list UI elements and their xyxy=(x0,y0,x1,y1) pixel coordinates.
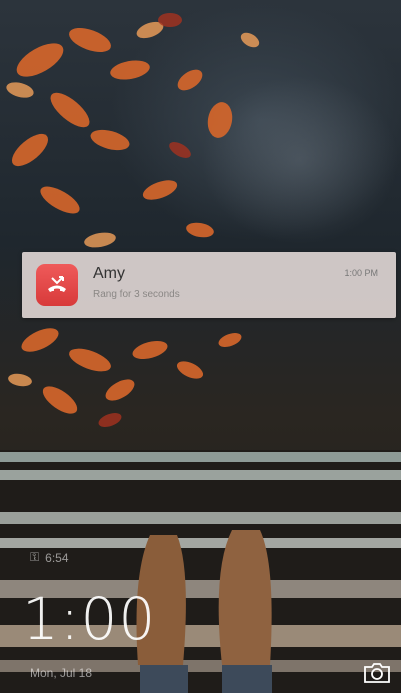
lockscreen-date: Mon, Jul 18 xyxy=(30,666,93,680)
wallpaper-stairs xyxy=(0,450,401,693)
status-text: 6:54 xyxy=(45,550,69,565)
notification-title: Amy xyxy=(93,265,125,282)
status-info: ⚿ 6:54 xyxy=(30,550,69,565)
notification-time: 1:00 PM xyxy=(344,268,378,278)
notification-card[interactable]: Amy Rang for 3 seconds 1:00 PM xyxy=(22,252,396,318)
camera-icon[interactable] xyxy=(363,662,391,684)
lock-icon: ⚿ xyxy=(30,550,40,564)
lock-screen: Amy Rang for 3 seconds 1:00 PM ⚿ 6:54 1:… xyxy=(0,0,401,693)
notification-subtitle: Rang for 3 seconds xyxy=(93,289,180,300)
lockscreen-clock: 1:00 xyxy=(22,585,157,653)
missed-call-icon xyxy=(36,264,78,306)
